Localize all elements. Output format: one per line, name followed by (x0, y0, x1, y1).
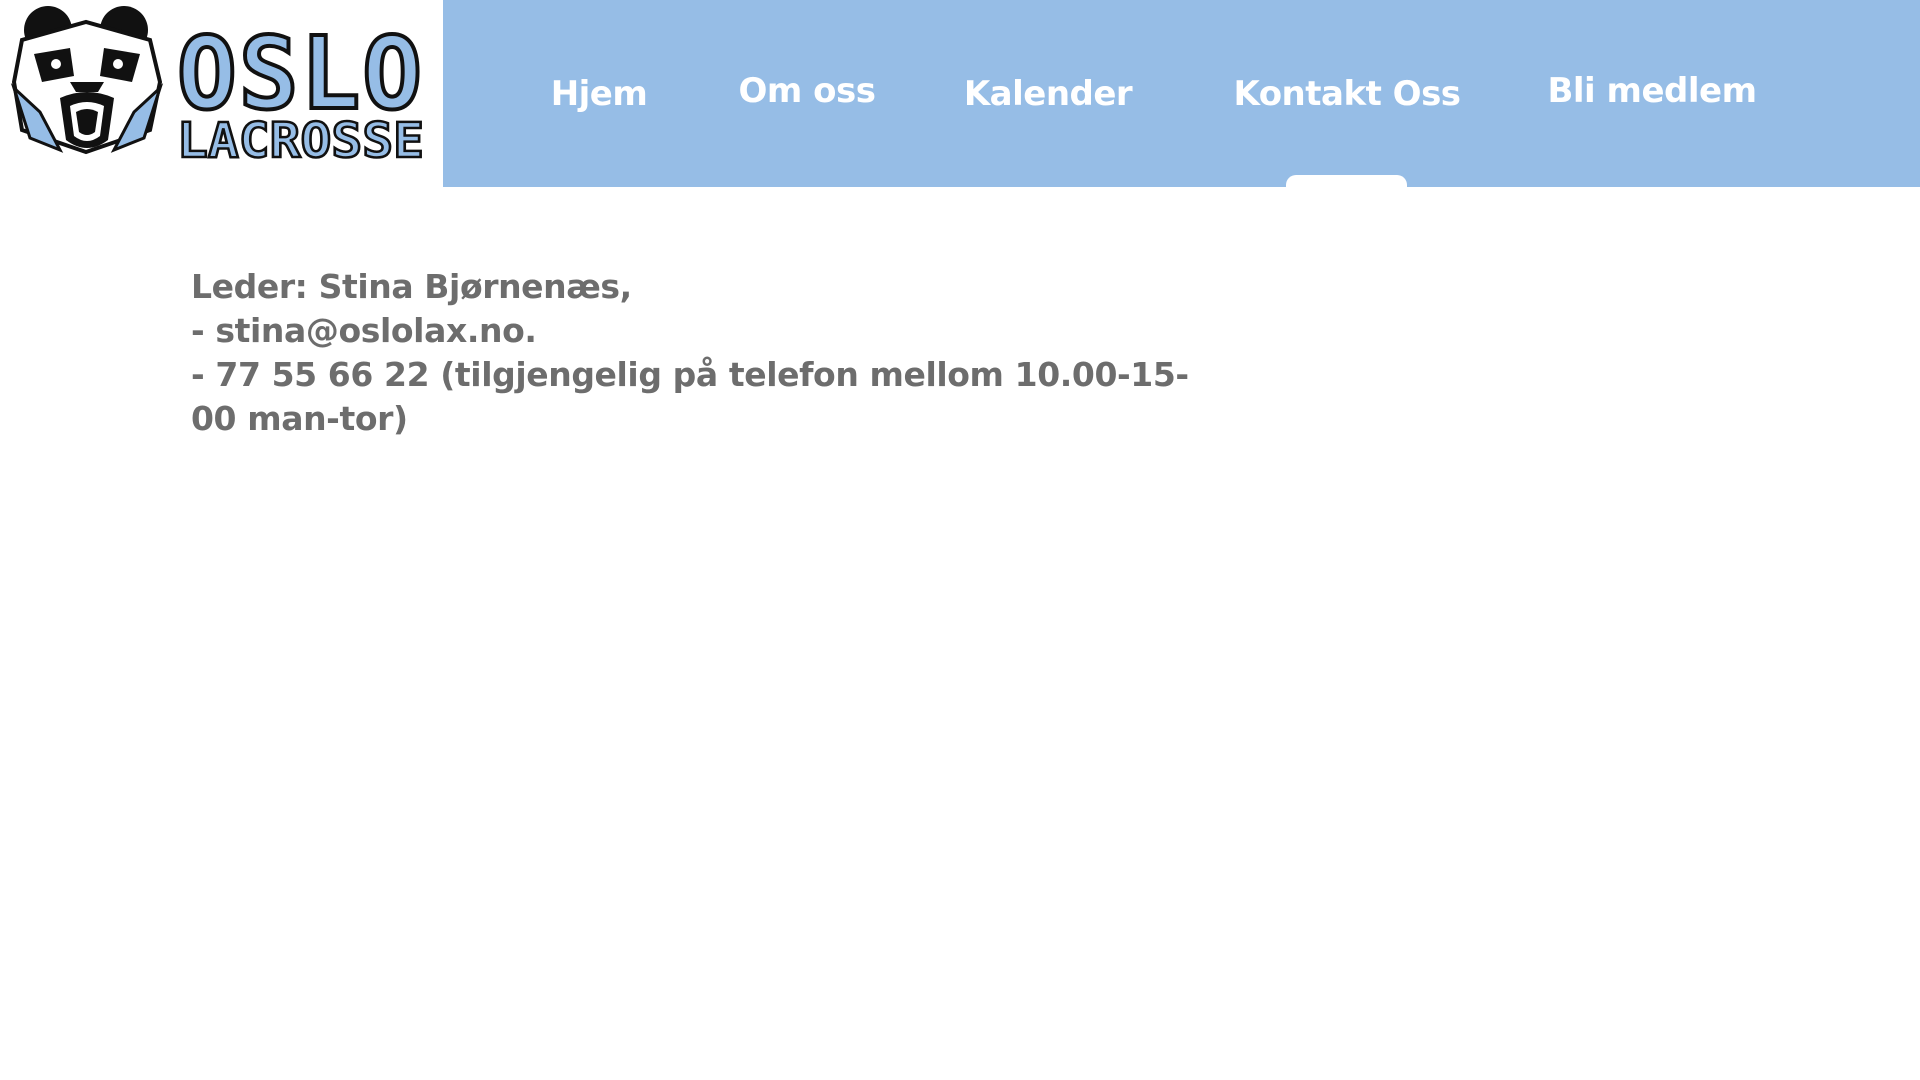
oslo-lacrosse-logo[interactable]: OSLO LACROSSE (0, 0, 443, 187)
panda-mascot-icon (10, 6, 164, 155)
nav-item-bli-medlem[interactable]: Bli medlem (1547, 71, 1757, 111)
logo-lacrosse-text: LACROSSE (177, 113, 424, 169)
active-nav-indicator (1286, 175, 1407, 189)
site-header: OSLO LACROSSE Hjem Om oss Kalender Konta… (0, 0, 1920, 189)
contact-leader: Leder: Stina Bjørnenæs, (191, 267, 632, 306)
nav-item-kontakt-oss[interactable]: Kontakt Oss (1233, 74, 1461, 114)
main-navigation: Hjem Om oss Kalender Kontakt Oss Bli med… (443, 0, 1920, 187)
contact-email[interactable]: - stina@oslolax.no. (191, 309, 1201, 353)
nav-item-kalender[interactable]: Kalender (964, 74, 1133, 114)
nav-item-om-oss[interactable]: Om oss (738, 71, 876, 111)
contact-phone: - 77 55 66 22 (tilgjengelig på telefon m… (191, 355, 1189, 438)
nav-item-hjem[interactable]: Hjem (551, 74, 648, 114)
contact-content: Leder: Stina Bjørnenæs, - stina@oslolax.… (191, 265, 1201, 441)
